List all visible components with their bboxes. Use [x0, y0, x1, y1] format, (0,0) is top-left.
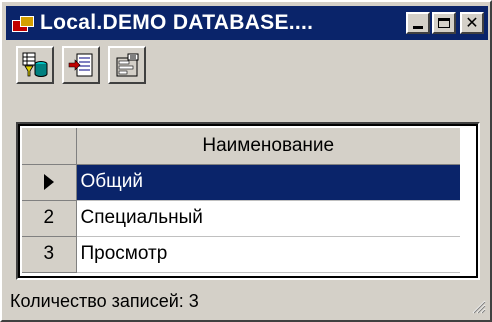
filter-database-button[interactable] — [16, 46, 54, 84]
record-count-text: Количество записей: 3 — [10, 290, 199, 311]
insert-record-button[interactable] — [62, 46, 100, 84]
minimize-icon — [413, 26, 423, 29]
toolbar — [16, 46, 146, 86]
row-indicator — [22, 164, 77, 201]
minimize-button[interactable] — [406, 12, 430, 34]
properties-icon — [116, 53, 139, 77]
window-title: Local.DEMO DATABASE.... — [40, 11, 314, 34]
close-icon: ✕ — [465, 13, 479, 32]
row-number: 2 — [22, 200, 77, 237]
close-button[interactable]: ✕ — [460, 12, 484, 34]
grid-header-row: Наименование — [22, 128, 460, 165]
title-bar[interactable]: Local.DEMO DATABASE.... ✕ — [6, 6, 488, 40]
properties-button[interactable] — [108, 46, 146, 84]
row-name-cell[interactable]: Общий — [76, 164, 460, 201]
current-record-arrow-icon — [43, 173, 54, 190]
database-window: Local.DEMO DATABASE.... ✕ Наименование О… — [0, 0, 492, 322]
column-header-name[interactable]: Наименование — [76, 128, 460, 165]
row-number: 3 — [22, 236, 77, 273]
table-row[interactable]: 3 Просмотр — [22, 236, 460, 273]
maximize-button[interactable] — [432, 12, 456, 34]
resize-grip-icon[interactable] — [470, 298, 486, 314]
indicator-header — [22, 128, 77, 165]
insert-record-icon — [68, 53, 93, 77]
app-icon — [12, 14, 34, 32]
table-row[interactable]: Общий — [22, 164, 460, 201]
database-filter-icon — [22, 52, 48, 77]
table-row[interactable]: 2 Специальный — [22, 200, 460, 237]
row-name-cell[interactable]: Специальный — [76, 200, 460, 237]
records-grid[interactable]: Наименование Общий 2 Специальный 3 Просм… — [16, 122, 480, 280]
row-name-cell[interactable]: Просмотр — [76, 236, 460, 273]
status-bar: Количество записей: 3 — [6, 286, 488, 316]
maximize-icon — [438, 18, 450, 28]
